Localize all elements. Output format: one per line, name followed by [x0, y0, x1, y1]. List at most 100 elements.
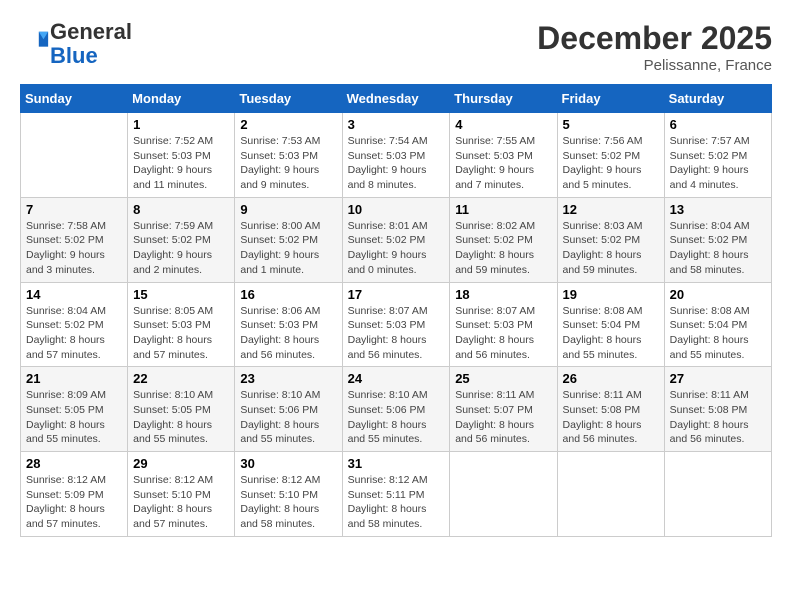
- calendar-cell: 20Sunrise: 8:08 AM Sunset: 5:04 PM Dayli…: [664, 282, 771, 367]
- calendar-cell: 29 Sunrise: 8:12 AM Sunset: 5:10 PM Dayli…: [128, 452, 235, 537]
- calendar-cell: 17 Sunrise: 8:07 AM Sunset: 5:03 PM Dayli…: [342, 282, 450, 367]
- day-info: Sunrise: 8:10 AM Sunset: 5:06 PM Dayligh…: [240, 388, 336, 447]
- calendar-week-5: 28 Sunrise: 8:12 AM Sunset: 5:09 PM Dayli…: [21, 452, 772, 537]
- day-number: 27: [670, 371, 766, 386]
- logo-general: General: [50, 19, 132, 44]
- calendar-cell: 25 Sunrise: 8:11 AM Sunset: 5:07 PM Dayli…: [450, 367, 557, 452]
- logo-icon: [22, 28, 50, 56]
- calendar-cell: 21Sunrise: 8:09 AM Sunset: 5:05 PM Dayli…: [21, 367, 128, 452]
- calendar-cell: 3 Sunrise: 7:54 AM Sunset: 5:03 PM Daylig…: [342, 113, 450, 198]
- calendar-cell: 18Sunrise: 8:07 AM Sunset: 5:03 PM Dayli…: [450, 282, 557, 367]
- calendar-cell: [450, 452, 557, 537]
- page-header: General Blue December 2025 Pelissanne, F…: [20, 20, 772, 74]
- day-number: 29: [133, 456, 229, 471]
- calendar-cell: [664, 452, 771, 537]
- day-number: 6: [670, 117, 766, 132]
- day-info: Sunrise: 8:10 AM Sunset: 5:05 PM Dayligh…: [133, 388, 229, 447]
- calendar-cell: 12 Sunrise: 8:03 AM Sunset: 5:02 PM Dayli…: [557, 197, 664, 282]
- day-info: Sunrise: 8:04 AM Sunset: 5:02 PM Dayligh…: [670, 219, 766, 278]
- day-number: 25: [455, 371, 551, 386]
- day-info: Sunrise: 8:12 AM Sunset: 5:09 PM Dayligh…: [26, 473, 122, 532]
- day-info: Sunrise: 7:55 AM Sunset: 5:03 PM Dayligh…: [455, 134, 551, 193]
- day-number: 13: [670, 202, 766, 217]
- calendar-cell: 6 Sunrise: 7:57 AM Sunset: 5:02 PM Daylig…: [664, 113, 771, 198]
- day-number: 7: [26, 202, 122, 217]
- day-info: Sunrise: 8:11 AM Sunset: 5:08 PM Dayligh…: [563, 388, 659, 447]
- day-info: Sunrise: 8:02 AM Sunset: 5:02 PM Dayligh…: [455, 219, 551, 278]
- day-number: 11: [455, 202, 551, 217]
- day-number: 8: [133, 202, 229, 217]
- calendar-cell: 7Sunrise: 7:58 AM Sunset: 5:02 PM Daylig…: [21, 197, 128, 282]
- calendar-cell: 14 Sunrise: 8:04 AM Sunset: 5:02 PM Dayli…: [21, 282, 128, 367]
- day-info: Sunrise: 8:05 AM Sunset: 5:03 PM Dayligh…: [133, 304, 229, 363]
- calendar-week-3: 14 Sunrise: 8:04 AM Sunset: 5:02 PM Dayli…: [21, 282, 772, 367]
- day-number: 31: [348, 456, 445, 471]
- day-info: Sunrise: 8:04 AM Sunset: 5:02 PM Dayligh…: [26, 304, 122, 363]
- day-info: Sunrise: 8:00 AM Sunset: 5:02 PM Dayligh…: [240, 219, 336, 278]
- day-header-monday: Monday: [128, 85, 235, 113]
- day-info: Sunrise: 8:03 AM Sunset: 5:02 PM Dayligh…: [563, 219, 659, 278]
- day-info: Sunrise: 7:54 AM Sunset: 5:03 PM Dayligh…: [348, 134, 445, 193]
- calendar-cell: 13 Sunrise: 8:04 AM Sunset: 5:02 PM Dayli…: [664, 197, 771, 282]
- day-header-thursday: Thursday: [450, 85, 557, 113]
- day-info: Sunrise: 8:12 AM Sunset: 5:10 PM Dayligh…: [133, 473, 229, 532]
- day-number: 1: [133, 117, 229, 132]
- calendar-cell: 2Sunrise: 7:53 AM Sunset: 5:03 PM Daylig…: [235, 113, 342, 198]
- calendar-cell: 30 Sunrise: 8:12 AM Sunset: 5:10 PM Dayli…: [235, 452, 342, 537]
- day-info: Sunrise: 8:12 AM Sunset: 5:11 PM Dayligh…: [348, 473, 445, 532]
- day-number: 24: [348, 371, 445, 386]
- day-info: Sunrise: 8:01 AM Sunset: 5:02 PM Dayligh…: [348, 219, 445, 278]
- calendar-header-row: SundayMondayTuesdayWednesdayThursdayFrid…: [21, 85, 772, 113]
- day-info: Sunrise: 8:07 AM Sunset: 5:03 PM Dayligh…: [348, 304, 445, 363]
- calendar-cell: [557, 452, 664, 537]
- calendar-cell: 31 Sunrise: 8:12 AM Sunset: 5:11 PM Dayli…: [342, 452, 450, 537]
- calendar-cell: 1 Sunrise: 7:52 AM Sunset: 5:03 PM Daylig…: [128, 113, 235, 198]
- day-number: 14: [26, 287, 122, 302]
- day-header-tuesday: Tuesday: [235, 85, 342, 113]
- day-header-saturday: Saturday: [664, 85, 771, 113]
- day-info: Sunrise: 8:06 AM Sunset: 5:03 PM Dayligh…: [240, 304, 336, 363]
- day-number: 30: [240, 456, 336, 471]
- calendar-cell: 19 Sunrise: 8:08 AM Sunset: 5:04 PM Dayli…: [557, 282, 664, 367]
- day-number: 20: [670, 287, 766, 302]
- day-number: 28: [26, 456, 122, 471]
- calendar-cell: 22Sunrise: 8:10 AM Sunset: 5:05 PM Dayli…: [128, 367, 235, 452]
- day-info: Sunrise: 7:52 AM Sunset: 5:03 PM Dayligh…: [133, 134, 229, 193]
- calendar-cell: [21, 113, 128, 198]
- day-number: 16: [240, 287, 336, 302]
- day-number: 5: [563, 117, 659, 132]
- calendar-cell: 11 Sunrise: 8:02 AM Sunset: 5:02 PM Dayli…: [450, 197, 557, 282]
- day-number: 10: [348, 202, 445, 217]
- calendar-cell: 24 Sunrise: 8:10 AM Sunset: 5:06 PM Dayli…: [342, 367, 450, 452]
- day-info: Sunrise: 7:59 AM Sunset: 5:02 PM Dayligh…: [133, 219, 229, 278]
- day-number: 9: [240, 202, 336, 217]
- calendar-cell: 5 Sunrise: 7:56 AM Sunset: 5:02 PM Daylig…: [557, 113, 664, 198]
- day-number: 4: [455, 117, 551, 132]
- day-info: Sunrise: 8:11 AM Sunset: 5:08 PM Dayligh…: [670, 388, 766, 447]
- day-info: Sunrise: 8:10 AM Sunset: 5:06 PM Dayligh…: [348, 388, 445, 447]
- day-number: 17: [348, 287, 445, 302]
- calendar-cell: 8 Sunrise: 7:59 AM Sunset: 5:02 PM Daylig…: [128, 197, 235, 282]
- logo: General Blue: [20, 20, 132, 68]
- day-info: Sunrise: 8:08 AM Sunset: 5:04 PM Dayligh…: [563, 304, 659, 363]
- day-info: Sunrise: 7:53 AM Sunset: 5:03 PM Dayligh…: [240, 134, 336, 193]
- day-info: Sunrise: 8:12 AM Sunset: 5:10 PM Dayligh…: [240, 473, 336, 532]
- day-info: Sunrise: 8:09 AM Sunset: 5:05 PM Dayligh…: [26, 388, 122, 447]
- day-info: Sunrise: 8:11 AM Sunset: 5:07 PM Dayligh…: [455, 388, 551, 447]
- day-header-friday: Friday: [557, 85, 664, 113]
- day-info: Sunrise: 7:56 AM Sunset: 5:02 PM Dayligh…: [563, 134, 659, 193]
- calendar-cell: 15Sunrise: 8:05 AM Sunset: 5:03 PM Dayli…: [128, 282, 235, 367]
- calendar-cell: 10 Sunrise: 8:01 AM Sunset: 5:02 PM Dayli…: [342, 197, 450, 282]
- calendar-week-2: 7Sunrise: 7:58 AM Sunset: 5:02 PM Daylig…: [21, 197, 772, 282]
- location: Pelissanne, France: [537, 57, 772, 74]
- calendar-body: 1 Sunrise: 7:52 AM Sunset: 5:03 PM Daylig…: [21, 113, 772, 537]
- day-number: 18: [455, 287, 551, 302]
- day-number: 19: [563, 287, 659, 302]
- day-number: 12: [563, 202, 659, 217]
- day-info: Sunrise: 7:57 AM Sunset: 5:02 PM Dayligh…: [670, 134, 766, 193]
- day-header-wednesday: Wednesday: [342, 85, 450, 113]
- month-title: December 2025: [537, 20, 772, 57]
- day-number: 3: [348, 117, 445, 132]
- logo-text: General Blue: [50, 20, 132, 68]
- logo-blue: Blue: [50, 43, 98, 68]
